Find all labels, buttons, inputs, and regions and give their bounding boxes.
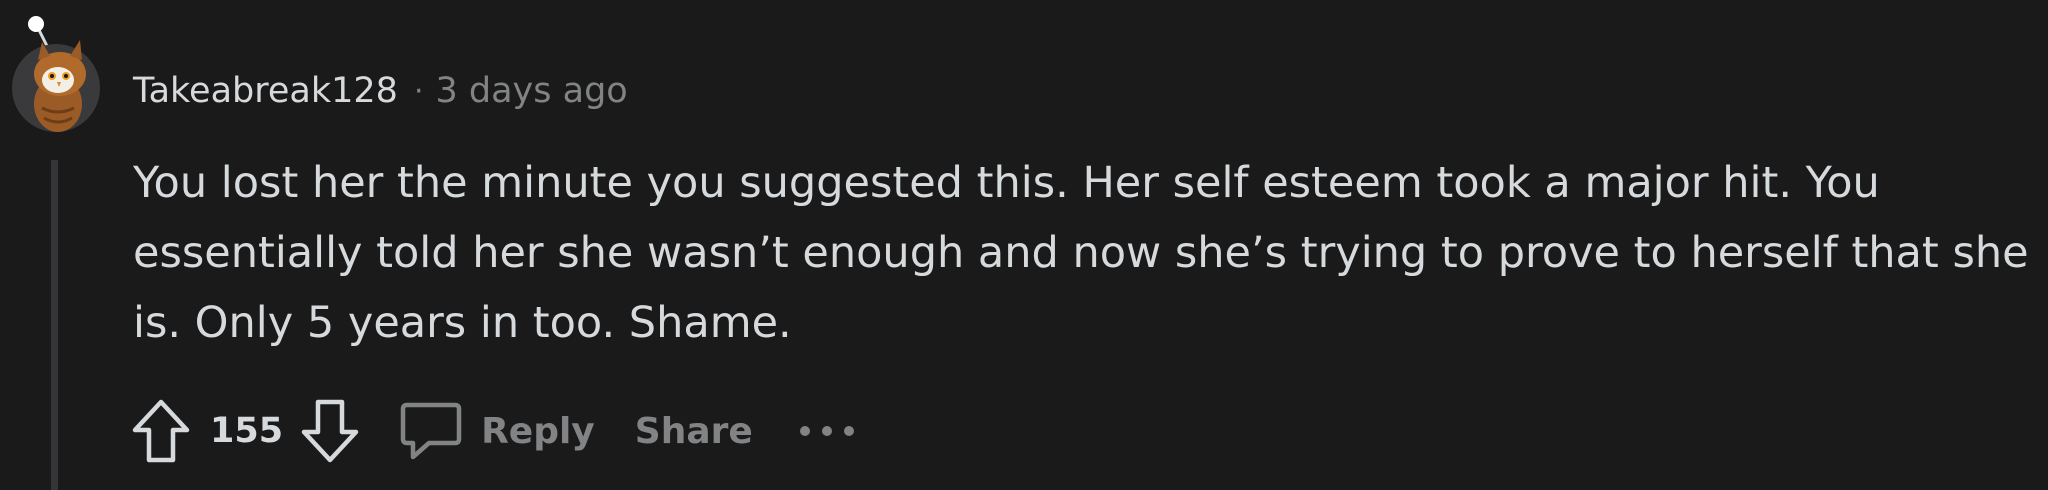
- reply-label: Reply: [481, 410, 595, 452]
- reply-button[interactable]: Reply: [399, 399, 595, 463]
- share-button[interactable]: Share: [635, 411, 753, 452]
- upvote-button[interactable]: [128, 396, 194, 466]
- owl-avatar-icon: [12, 16, 100, 132]
- comment-meta: Takeabreak128 · 3 days ago: [133, 66, 628, 116]
- comment-body-line: essentially told her she wasn’t enough a…: [133, 228, 2029, 278]
- thread-line[interactable]: [51, 160, 58, 490]
- comment-actions: 155 Reply Share: [128, 396, 855, 466]
- comment-body-line: is. Only 5 years in too. Shame.: [133, 298, 792, 348]
- author-username[interactable]: Takeabreak128: [133, 71, 398, 111]
- user-avatar[interactable]: [8, 12, 104, 132]
- more-options-button[interactable]: [799, 411, 855, 451]
- downvote-arrow-icon: [301, 399, 359, 463]
- downvote-button[interactable]: [297, 396, 363, 466]
- comment-body: You lost her the minute you suggested th…: [133, 148, 2033, 358]
- more-options-icon: [799, 426, 854, 436]
- comment: Takeabreak128 · 3 days ago You lost her …: [0, 0, 2048, 490]
- speech-bubble-icon: [400, 402, 462, 460]
- vote-count: 155: [210, 411, 284, 451]
- upvote-arrow-icon: [132, 399, 190, 463]
- meta-separator: ·: [413, 73, 424, 109]
- comment-body-line: You lost her the minute you suggested th…: [133, 158, 1880, 208]
- comment-timestamp[interactable]: 3 days ago: [435, 71, 627, 111]
